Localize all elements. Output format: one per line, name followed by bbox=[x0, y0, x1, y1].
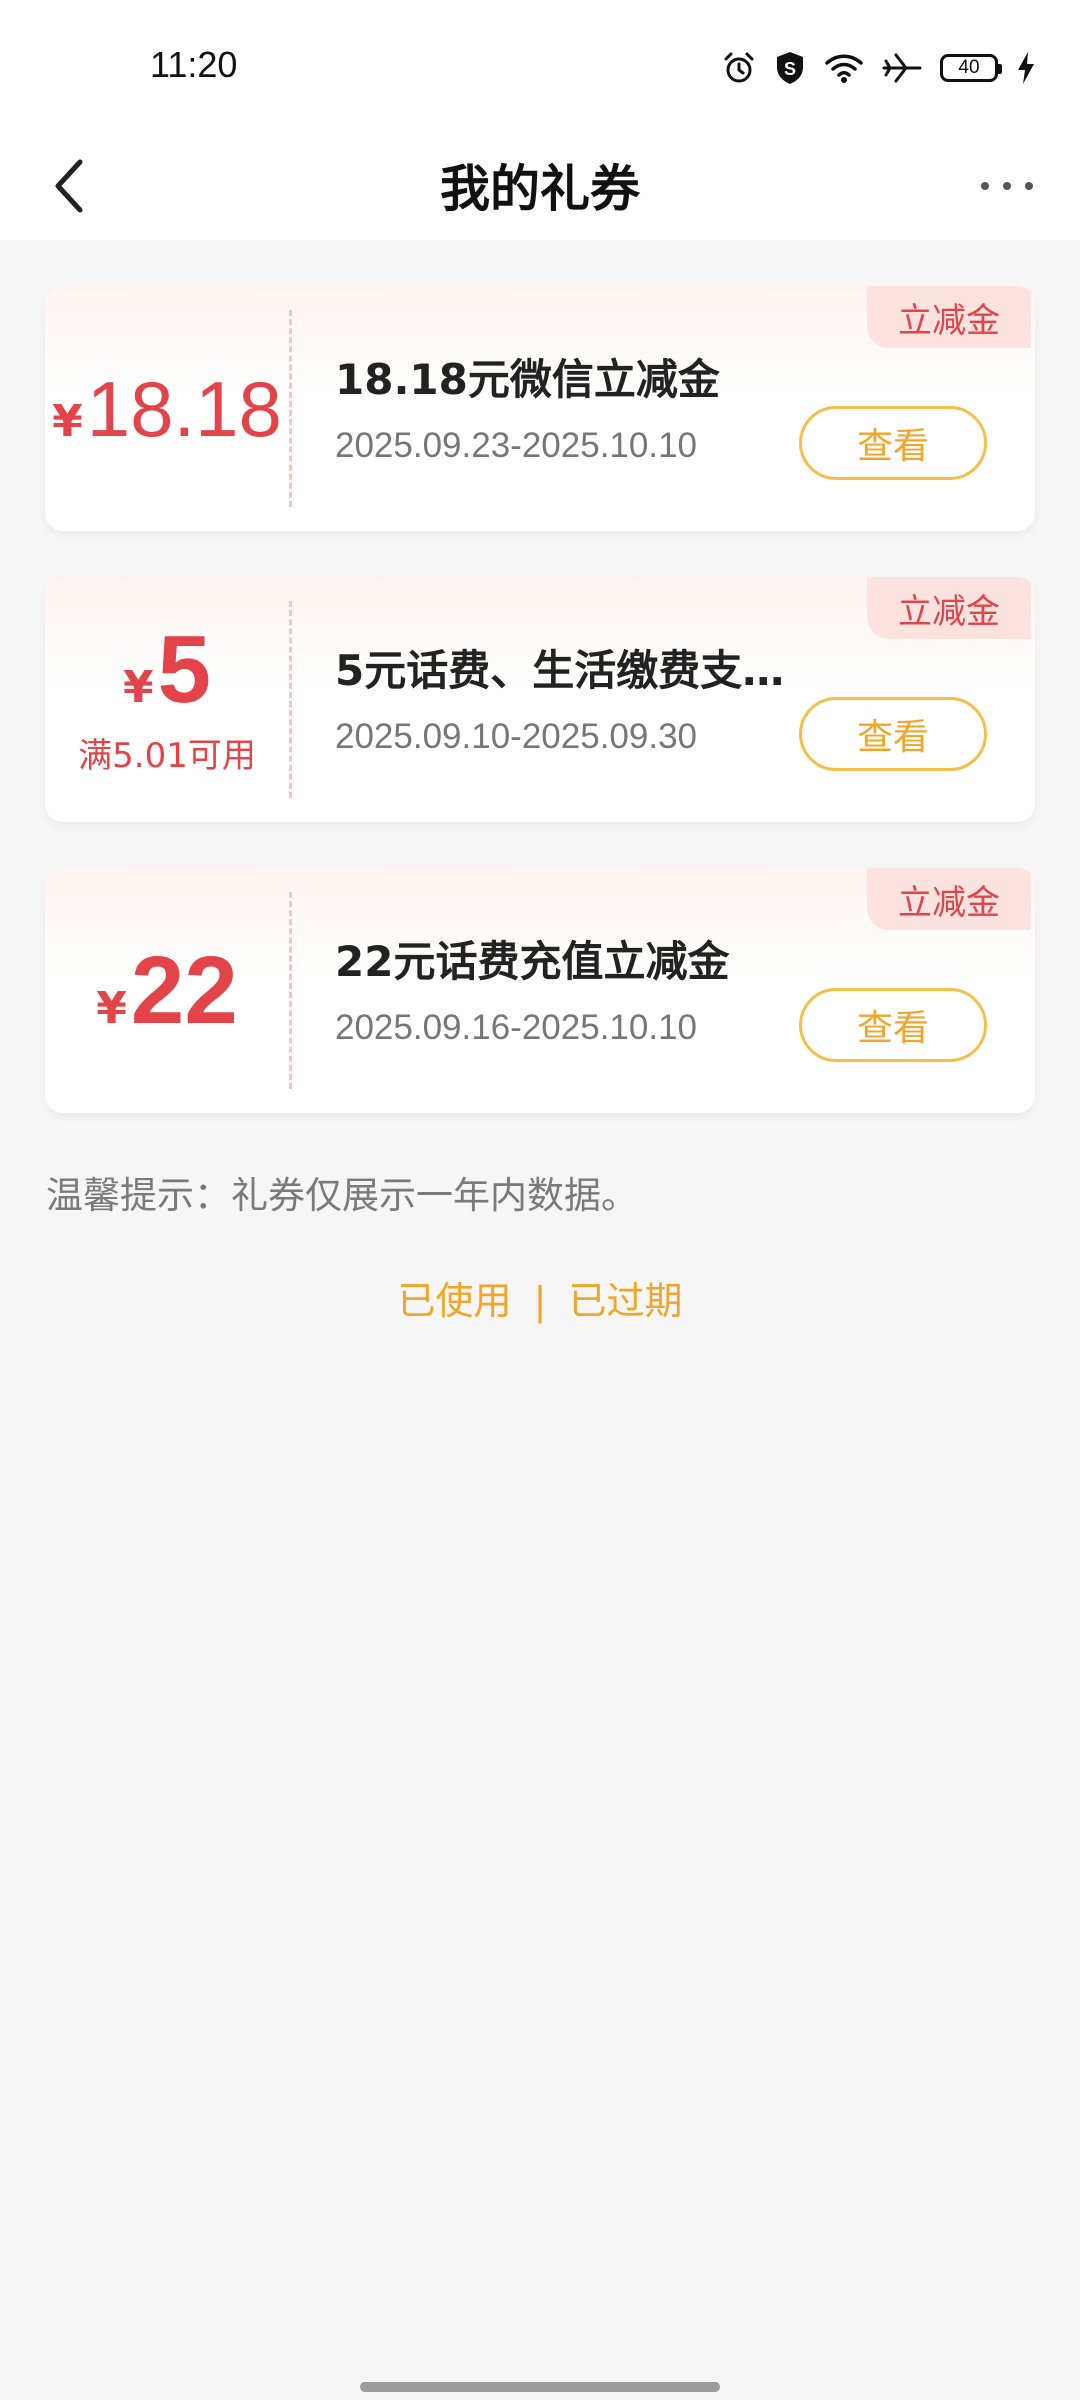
coupon-amount: 5 bbox=[157, 616, 211, 723]
battery-icon: 40 bbox=[940, 54, 1002, 82]
page-title: 我的礼券 bbox=[440, 160, 640, 218]
coupon-divider bbox=[289, 310, 292, 507]
coupon-date: 2025.09.23-2025.10.10 bbox=[335, 426, 697, 465]
currency-symbol: ¥ bbox=[122, 662, 154, 713]
coupon-title: 18.18元微信立减金 bbox=[335, 355, 720, 404]
view-button[interactable]: 查看 bbox=[799, 988, 987, 1062]
nav-bar: 我的礼券 bbox=[0, 135, 1080, 240]
more-button[interactable] bbox=[974, 151, 1040, 221]
coupon-tag: 立减金 bbox=[867, 577, 1031, 639]
shield-icon: S bbox=[777, 52, 803, 84]
coupon-tag: 立减金 bbox=[867, 868, 1031, 930]
wifi-icon bbox=[825, 54, 863, 83]
status-icons: S 40 bbox=[722, 50, 1036, 86]
status-time: 11:20 bbox=[150, 44, 238, 85]
svg-text:S: S bbox=[784, 59, 796, 79]
link-separator: | bbox=[533, 1279, 547, 1323]
home-indicator[interactable] bbox=[360, 2382, 720, 2392]
coupon-date: 2025.09.16-2025.10.10 bbox=[335, 1008, 697, 1047]
coupon-amount-line: ¥ 5 bbox=[123, 622, 211, 718]
alarm-icon bbox=[724, 52, 754, 83]
coupon-condition: 满5.01可用 bbox=[78, 736, 256, 776]
history-links: 已使用 | 已过期 bbox=[0, 1270, 1080, 1325]
currency-symbol: ¥ bbox=[96, 982, 127, 1034]
expired-link[interactable]: 已过期 bbox=[569, 1270, 683, 1325]
coupon-title: 5元话费、生活缴费支付立减金 bbox=[335, 646, 815, 695]
battery-level: 40 bbox=[958, 57, 980, 78]
coupon-card[interactable]: ¥ 18.18 18.18元微信立减金 2025.09.23-2025.10.1… bbox=[45, 286, 1035, 531]
charging-icon bbox=[1018, 52, 1034, 84]
tip-text: 温馨提示：礼券仅展示一年内数据。 bbox=[46, 1174, 638, 1217]
coupon-card[interactable]: ¥ 5 满5.01可用 5元话费、生活缴费支付立减金 2025.09.10-20… bbox=[45, 577, 1035, 822]
coupon-amount-line: ¥ 18.18 bbox=[52, 370, 282, 448]
coupon-date: 2025.09.10-2025.09.30 bbox=[335, 717, 697, 756]
currency-symbol: ¥ bbox=[52, 395, 83, 447]
coupon-amount: 22 bbox=[130, 936, 238, 1044]
coupon-value: ¥ 5 满5.01可用 bbox=[45, 577, 289, 822]
coupon-value: ¥ 18.18 bbox=[45, 286, 289, 531]
view-button[interactable]: 查看 bbox=[799, 697, 987, 771]
view-button[interactable]: 查看 bbox=[799, 406, 987, 480]
airplane-icon bbox=[882, 53, 922, 83]
coupon-amount: 18.18 bbox=[86, 364, 282, 453]
coupon-card[interactable]: ¥ 22 22元话费充值立减金 2025.09.16-2025.10.10 立减… bbox=[45, 868, 1035, 1113]
coupon-list: ¥ 18.18 18.18元微信立减金 2025.09.23-2025.10.1… bbox=[45, 286, 1035, 1159]
coupon-divider bbox=[289, 601, 292, 798]
coupon-title: 22元话费充值立减金 bbox=[335, 937, 730, 986]
coupon-amount-line: ¥ 22 bbox=[96, 936, 238, 1044]
status-bar: 11:20 S 40 bbox=[0, 0, 1080, 135]
more-dots-icon bbox=[981, 182, 1033, 190]
used-link[interactable]: 已使用 bbox=[397, 1270, 511, 1325]
coupon-value: ¥ 22 bbox=[45, 868, 289, 1113]
coupon-divider bbox=[289, 892, 292, 1089]
coupon-tag: 立减金 bbox=[867, 286, 1031, 348]
